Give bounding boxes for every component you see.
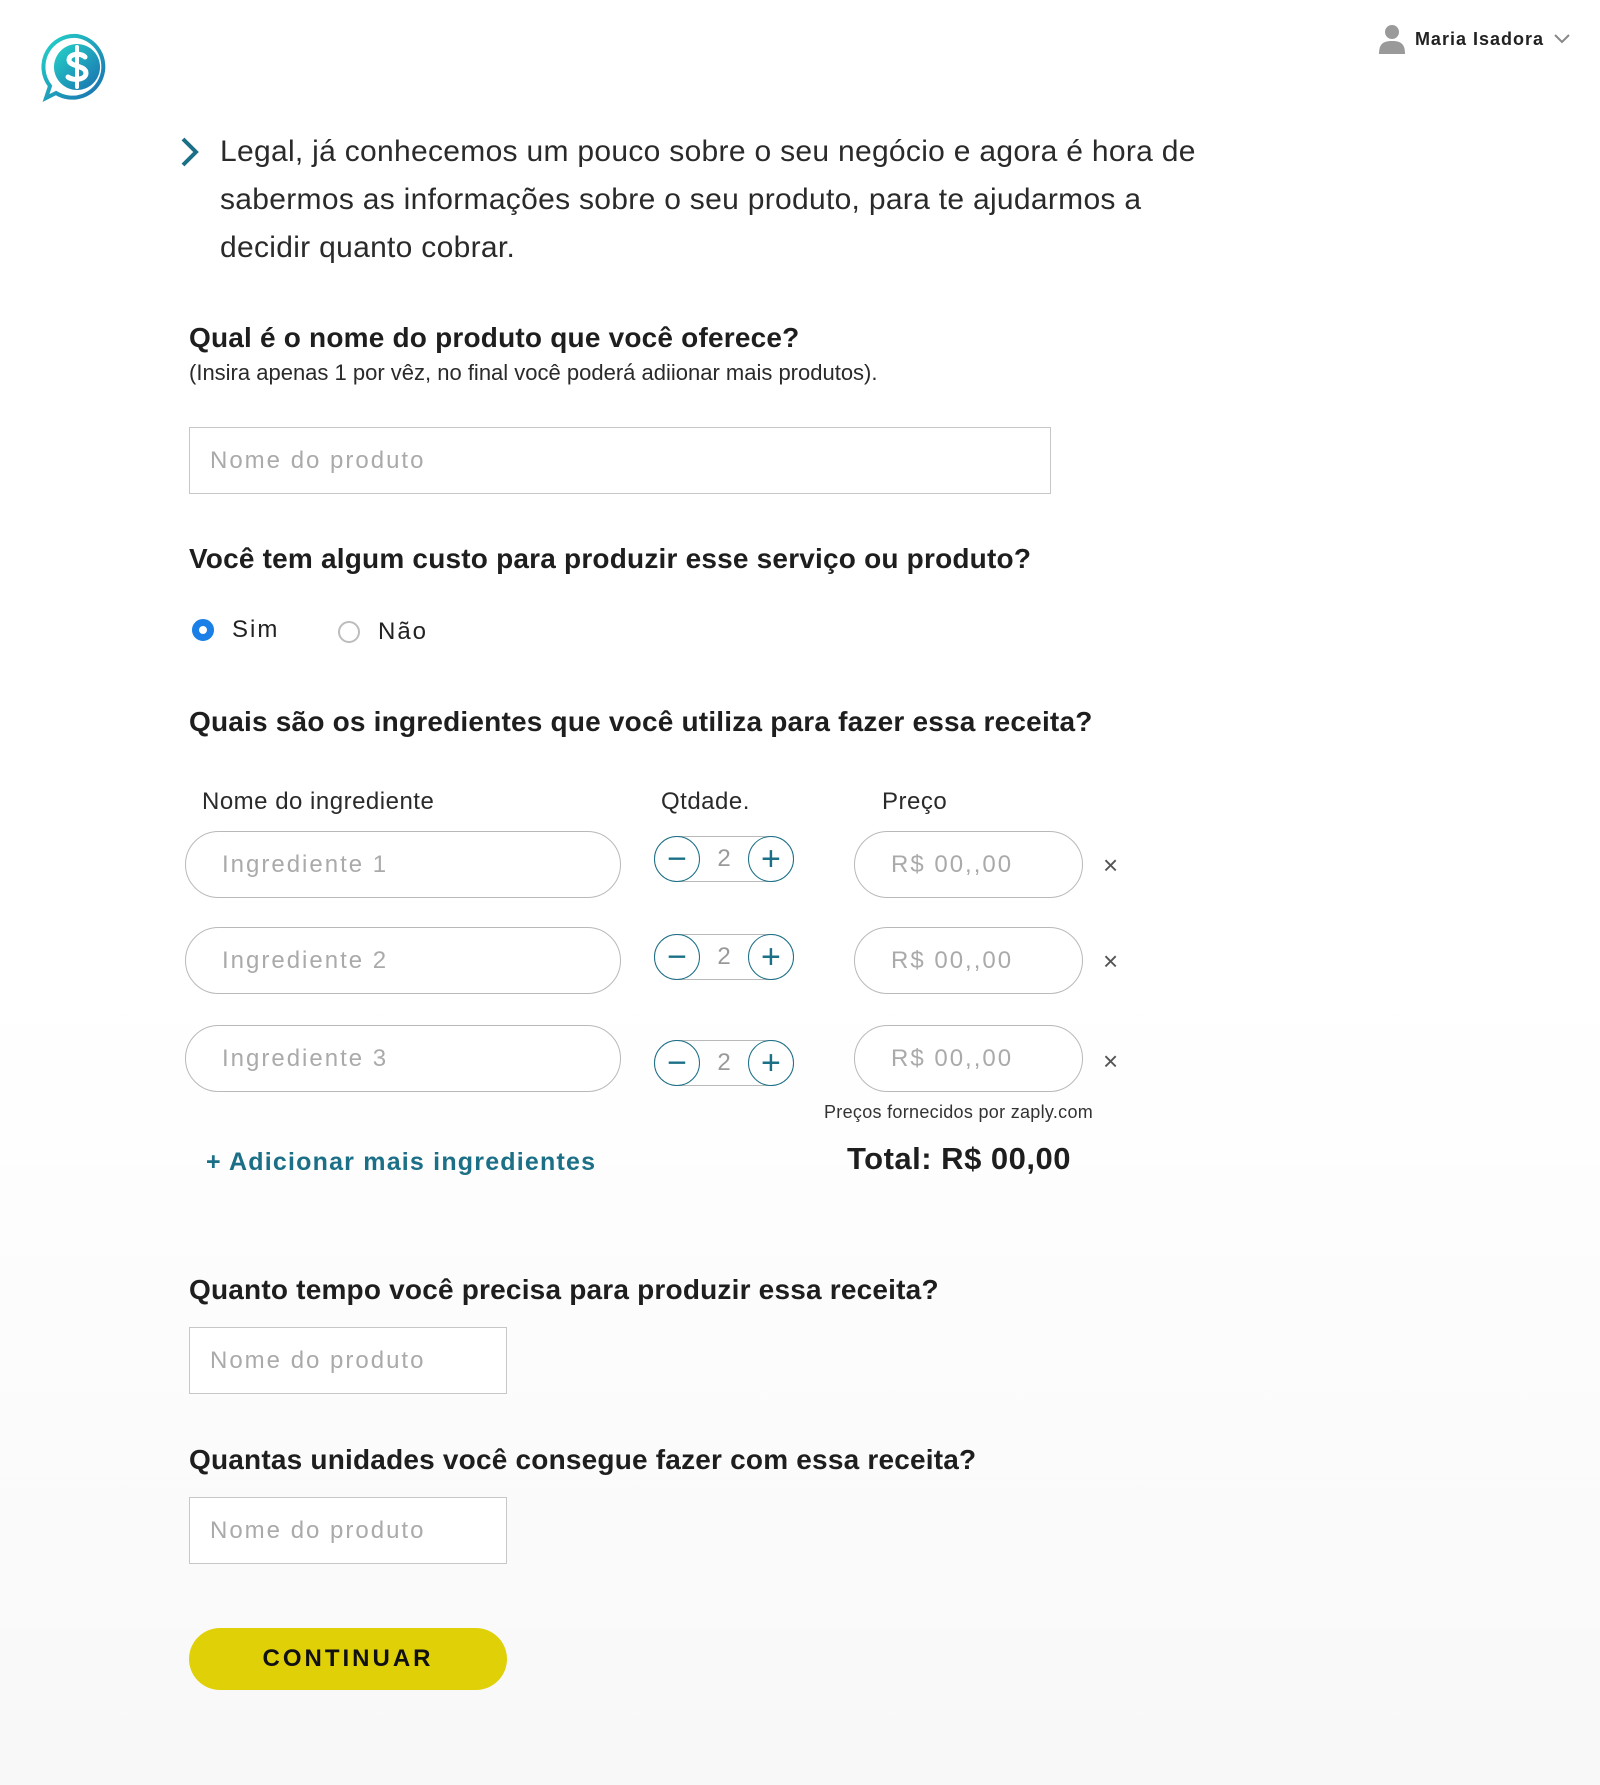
minus-icon[interactable]: − (654, 934, 700, 980)
col-ingredient-name: Nome do ingrediente (202, 788, 435, 815)
minus-icon[interactable]: − (654, 1040, 700, 1086)
minus-icon[interactable]: − (654, 836, 700, 882)
time-question: Quanto tempo você precisa para produzir … (189, 1274, 939, 1305)
add-ingredients-link[interactable]: + Adicionar mais ingredientes (206, 1148, 596, 1177)
ingredient-2-qty-stepper: − 2 + (654, 934, 794, 980)
plus-icon[interactable]: + (747, 934, 794, 980)
ingredients-total: Total: R$ 00,00 (847, 1141, 1072, 1176)
ingredient-1-remove-icon[interactable]: × (1103, 850, 1118, 881)
ingredient-2-price-input[interactable] (854, 927, 1083, 994)
ingredient-1-input[interactable] (185, 831, 621, 898)
ingredient-3-remove-icon[interactable]: × (1103, 1046, 1118, 1077)
radio-nao-label: Não (378, 618, 429, 645)
product-hint: (Insira apenas 1 por vêz, no final você … (189, 360, 878, 385)
radio-nao-indicator[interactable] (338, 621, 360, 643)
ingredient-2-remove-icon[interactable]: × (1103, 946, 1118, 977)
ingredient-3-price-input[interactable] (854, 1025, 1083, 1092)
col-price: Preço (882, 788, 948, 815)
intro-line-2: sabermos as informações sobre o seu prod… (220, 183, 1142, 216)
user-name: Maria Isadora (1414, 28, 1544, 49)
ingredient-1-qty-value: 2 (717, 845, 731, 872)
units-question: Quantas unidades você consegue fazer com… (189, 1444, 977, 1475)
intro-line-3: decidir quanto cobrar. (220, 231, 516, 264)
product-question-block: Qual é o nome do produto que você oferec… (189, 322, 878, 386)
chevron-down-icon (1554, 34, 1570, 44)
col-quantity: Qtdade. (661, 788, 750, 815)
intro-message: Legal, já conhecemos um pouco sobre o se… (180, 128, 1330, 272)
radio-nao[interactable]: Não (338, 618, 428, 646)
product-question: Qual é o nome do produto que você oferec… (189, 322, 800, 353)
ingredient-1-price-input[interactable] (854, 831, 1083, 898)
ingredient-2-qty-value: 2 (717, 943, 731, 970)
plus-icon[interactable]: + (747, 1040, 794, 1086)
time-input[interactable] (189, 1327, 507, 1394)
ingredient-3-qty-stepper: − 2 + (654, 1040, 794, 1086)
intro-line-1: Legal, já conhecemos um pouco sobre o se… (220, 135, 1196, 168)
continue-button[interactable]: CONTINUAR (189, 1628, 507, 1690)
ingredient-3-input[interactable] (185, 1025, 621, 1092)
chevron-right-icon (181, 137, 199, 167)
dollar-chat-bubble-logo-icon (41, 33, 106, 102)
user-avatar-icon (1378, 25, 1405, 54)
units-input[interactable] (189, 1497, 507, 1564)
ingredients-question: Quais são os ingredientes que você utili… (189, 706, 1093, 737)
plus-icon[interactable]: + (747, 836, 794, 882)
cost-question: Você tem algum custo para produzir esse … (189, 543, 1032, 574)
ingredient-3-qty-value: 2 (717, 1049, 731, 1076)
user-menu[interactable]: Maria Isadora (1378, 24, 1570, 54)
product-name-input[interactable] (189, 427, 1051, 494)
app-logo[interactable] (40, 32, 114, 106)
radio-sim[interactable]: Sim (192, 616, 279, 644)
radio-sim-indicator[interactable] (192, 619, 214, 641)
ingredient-2-input[interactable] (185, 927, 621, 994)
prices-source-note: Preços fornecidos por zaply.com (824, 1102, 1094, 1122)
radio-sim-label: Sim (232, 616, 280, 643)
ingredient-1-qty-stepper: − 2 + (654, 836, 794, 882)
